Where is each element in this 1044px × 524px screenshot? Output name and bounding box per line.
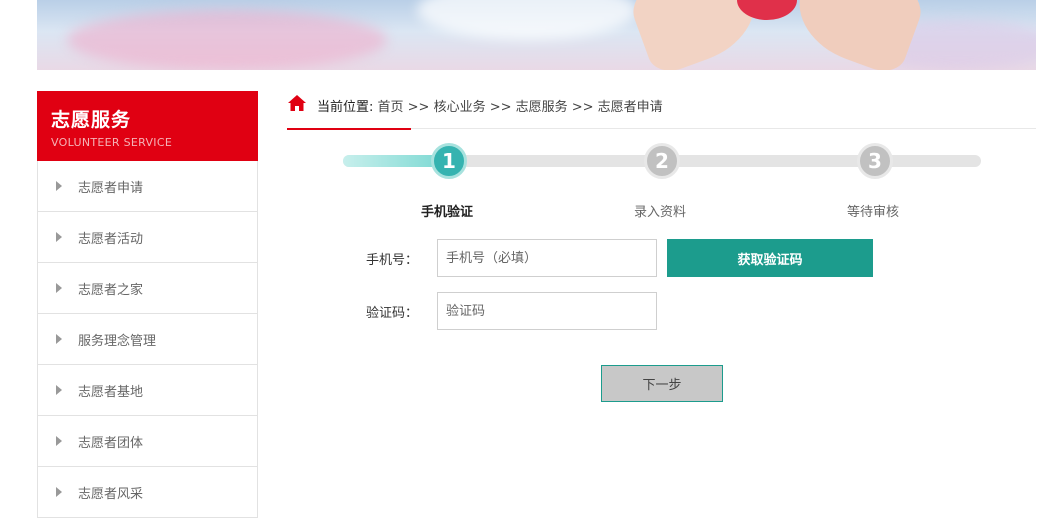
- breadcrumb-underline: [287, 128, 411, 130]
- header-banner-image: [37, 0, 1036, 70]
- triangle-right-icon: [56, 385, 62, 395]
- sidebar-item-label: 志愿者团体: [78, 435, 144, 451]
- progress-steps: 1 2 3: [343, 140, 983, 184]
- triangle-right-icon: [56, 334, 62, 344]
- next-step-button[interactable]: 下一步: [601, 365, 723, 402]
- step-3-label: 等待审核: [847, 205, 900, 220]
- breadcrumb-label: 当前位置:: [317, 100, 374, 115]
- sidebar-item-label: 志愿者风采: [78, 486, 144, 502]
- sidebar-header: 志愿服务 VOLUNTEER SERVICE: [37, 91, 258, 161]
- verification-code-input[interactable]: [437, 292, 657, 330]
- sidebar-item-label: 志愿者基地: [78, 384, 144, 400]
- triangle-right-icon: [56, 487, 62, 497]
- code-label: 验证码：: [366, 306, 419, 321]
- sidebar-subtitle: VOLUNTEER SERVICE: [51, 136, 173, 149]
- step-1-label: 手机验证: [421, 205, 474, 220]
- sidebar-item-label: 志愿者申请: [78, 180, 144, 196]
- step-1-circle: 1: [431, 143, 467, 179]
- home-icon[interactable]: [287, 94, 307, 112]
- sidebar-item-volunteer-home[interactable]: 志愿者之家: [38, 263, 257, 314]
- sidebar-item-label: 志愿者之家: [78, 282, 144, 298]
- sidebar: 志愿服务 VOLUNTEER SERVICE 志愿者申请 志愿者活动 志愿者之家…: [37, 91, 258, 518]
- phone-label: 手机号：: [366, 253, 419, 268]
- breadcrumb: 当前位置: 首页 >> 核心业务 >> 志愿服务 >> 志愿者申请: [287, 92, 1036, 130]
- sidebar-item-volunteer-apply[interactable]: 志愿者申请: [38, 161, 257, 212]
- sidebar-item-volunteer-groups[interactable]: 志愿者团体: [38, 416, 257, 467]
- breadcrumb-path[interactable]: 首页 >> 核心业务 >> 志愿服务 >> 志愿者申请: [373, 100, 663, 115]
- phone-input[interactable]: [437, 239, 657, 277]
- sidebar-item-label: 志愿者活动: [78, 231, 144, 247]
- sidebar-title: 志愿服务: [51, 109, 132, 131]
- sidebar-item-volunteer-activity[interactable]: 志愿者活动: [38, 212, 257, 263]
- step-2-label: 录入资料: [634, 205, 687, 220]
- triangle-right-icon: [56, 181, 62, 191]
- get-code-button[interactable]: 获取验证码: [667, 239, 873, 277]
- sidebar-item-label: 服务理念管理: [78, 333, 157, 349]
- sidebar-item-volunteer-base[interactable]: 志愿者基地: [38, 365, 257, 416]
- triangle-right-icon: [56, 436, 62, 446]
- sidebar-item-service-concept[interactable]: 服务理念管理: [38, 314, 257, 365]
- step-3-circle: 3: [857, 143, 893, 179]
- sidebar-item-volunteer-showcase[interactable]: 志愿者风采: [38, 467, 257, 518]
- step-2-circle: 2: [644, 143, 680, 179]
- breadcrumb-text: 当前位置: 首页 >> 核心业务 >> 志愿服务 >> 志愿者申请: [317, 96, 663, 115]
- sidebar-menu: 志愿者申请 志愿者活动 志愿者之家 服务理念管理 志愿者基地 志愿者团体 志愿者…: [37, 161, 258, 518]
- triangle-right-icon: [56, 232, 62, 242]
- triangle-right-icon: [56, 283, 62, 293]
